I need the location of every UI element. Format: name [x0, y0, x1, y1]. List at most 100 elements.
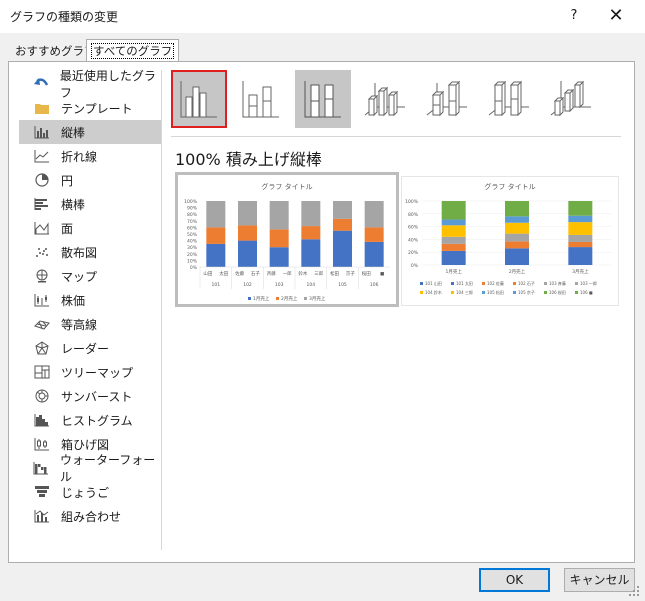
y-tick-label: 0%: [190, 265, 198, 271]
sidebar-item-surface[interactable]: 等高線: [19, 312, 161, 336]
sidebar-item-label: 散布図: [61, 245, 98, 260]
bar-segment: [301, 201, 321, 227]
selected-chart-type-title: 100% 積み上げ縦棒: [175, 150, 322, 169]
sidebar-item-label: 縦棒: [61, 125, 86, 140]
category-label: 太田: [219, 270, 228, 277]
legend-label: 105 松田: [487, 289, 504, 295]
bar-chart-icon: [33, 196, 51, 212]
sidebar-item-scatter[interactable]: 散布図: [19, 240, 161, 264]
bar-segment: [269, 247, 289, 267]
chart-preview-2[interactable]: グラフ タイトル 100% 80% 60% 40% 20% 0% 1月売上 2月売上 3月売上 10…: [401, 176, 619, 306]
bar-segment: [206, 243, 226, 267]
group-label: 104: [307, 282, 316, 288]
category-label: 1月売上: [445, 268, 462, 275]
subtype-3d-column-button[interactable]: [543, 70, 599, 128]
gallery-divider: [171, 136, 621, 137]
close-button[interactable]: ✕: [600, 3, 632, 29]
sidebar-item-label: 折れ線: [61, 149, 98, 164]
bar-segment: [301, 226, 321, 240]
sidebar-item-label: マップ: [61, 269, 98, 284]
sidebar-item-label: 株価: [61, 293, 86, 308]
y-tick-label: 50%: [187, 232, 198, 238]
sidebar-item-funnel[interactable]: じょうご: [19, 480, 161, 504]
subtype-3d-clustered-column-button[interactable]: [357, 70, 413, 128]
sidebar-item-area[interactable]: 面: [19, 216, 161, 240]
sidebar-item-histogram[interactable]: ヒストグラム: [19, 408, 161, 432]
sidebar-item-templates[interactable]: テンプレート: [19, 96, 161, 120]
subtype-stacked-column-button[interactable]: [233, 70, 289, 128]
bar-segment: [505, 233, 529, 242]
sidebar-item-stock[interactable]: 株価: [19, 288, 161, 312]
legend-swatch: [420, 291, 423, 294]
legend-label: 106 ■: [580, 290, 593, 295]
bar-segment: [364, 201, 384, 228]
sidebar-item-label: じょうご: [61, 485, 110, 500]
cancel-button[interactable]: キャンセル: [564, 568, 635, 592]
sidebar-item-radar[interactable]: レーダー: [19, 336, 161, 360]
folder-icon: [33, 100, 51, 116]
subtype-3d-stacked-column-button[interactable]: [419, 70, 475, 128]
sidebar-item-recent[interactable]: 最近使用したグラフ: [19, 69, 161, 100]
sidebar-item-pie[interactable]: 円: [19, 168, 161, 192]
legend-label: 2月売上: [281, 295, 298, 302]
sidebar-item-treemap[interactable]: ツリーマップ: [19, 360, 161, 384]
sidebar-item-column[interactable]: 縦棒: [19, 120, 161, 144]
category-label: 石子: [251, 270, 260, 277]
sidebar-item-bar[interactable]: 横棒: [19, 192, 161, 216]
category-label: ■: [380, 272, 384, 277]
resize-grip-icon[interactable]: [628, 585, 640, 597]
sidebar-item-label: 等高線: [61, 317, 98, 332]
y-tick-label: 90%: [187, 206, 198, 212]
clustered-column-icon: [180, 81, 217, 118]
legend-label: 106 桜田: [549, 289, 566, 295]
sidebar-item-waterfall[interactable]: ウォーターフォール: [19, 453, 161, 484]
bar-segment: [505, 248, 529, 265]
bar-segment: [568, 222, 593, 235]
column-chart-icon: [33, 124, 51, 140]
legend-label: 101 山田: [425, 280, 442, 286]
sidebar-item-label: 横棒: [61, 197, 86, 212]
legend-swatch: [544, 291, 547, 294]
legend-label: 1月売上: [253, 295, 270, 302]
sidebar-item-line[interactable]: 折れ線: [19, 144, 161, 168]
3d-100-stacked-column-icon: [488, 80, 529, 117]
bar-segment: [269, 201, 289, 230]
tab-all-charts[interactable]: すべてのグラフ: [86, 39, 180, 62]
bar-segment: [441, 236, 466, 244]
preview-2-chart: グラフ タイトル 100% 80% 60% 40% 20% 0% 1月売上 2月売上 3月売上 10…: [405, 182, 612, 295]
category-label: 京子: [346, 270, 355, 277]
100-stacked-column-icon: [304, 81, 341, 118]
category-label: 三郎: [314, 270, 323, 277]
bar-segment: [568, 241, 593, 248]
help-button[interactable]: ?: [560, 3, 588, 29]
stacked-column-icon: [242, 81, 279, 118]
y-tick-label: 20%: [187, 252, 198, 258]
waterfall-icon: [33, 460, 50, 476]
pie-chart-icon: [33, 172, 51, 188]
legend-swatch: [575, 291, 578, 294]
group-label: 101: [212, 282, 221, 288]
chart-panel: 最近使用したグラフ テンプレート 縦棒 折れ線 円 横棒 面 散布図 マップ 株…: [8, 61, 635, 563]
subtype-100-stacked-column-button[interactable]: [295, 70, 351, 128]
sidebar-item-combo[interactable]: 組み合わせ: [19, 504, 161, 528]
tab-all-charts-label: すべてのグラフ: [90, 43, 175, 59]
sidebar-item-map[interactable]: マップ: [19, 264, 161, 288]
ok-button[interactable]: OK: [479, 568, 550, 592]
legend-label: 105 京子: [518, 289, 535, 295]
subtype-clustered-column-button[interactable]: [171, 70, 227, 128]
chart-preview-1[interactable]: グラフ タイトル 100% 90% 80% 70% 60% 50% 40% 30% 20% 10% 0…: [175, 172, 399, 307]
legend-label: 103 斉藤: [549, 280, 566, 286]
chart-title: グラフ タイトル: [261, 182, 312, 191]
sidebar-item-sunburst[interactable]: サンバースト: [19, 384, 161, 408]
subtype-3d-100-stacked-column-button[interactable]: [481, 70, 537, 128]
legend-swatch: [482, 291, 485, 294]
window-title: グラフの種類の変更: [10, 10, 119, 24]
legend-swatch: [451, 282, 454, 285]
y-tick-label: 10%: [187, 258, 198, 264]
legend-swatch: [575, 282, 578, 285]
bar-segment: [568, 247, 593, 265]
radar-chart-icon: [33, 340, 51, 356]
funnel-icon: [33, 484, 51, 500]
bar-segment: [269, 229, 289, 248]
legend-label: 101 太田: [456, 280, 473, 286]
